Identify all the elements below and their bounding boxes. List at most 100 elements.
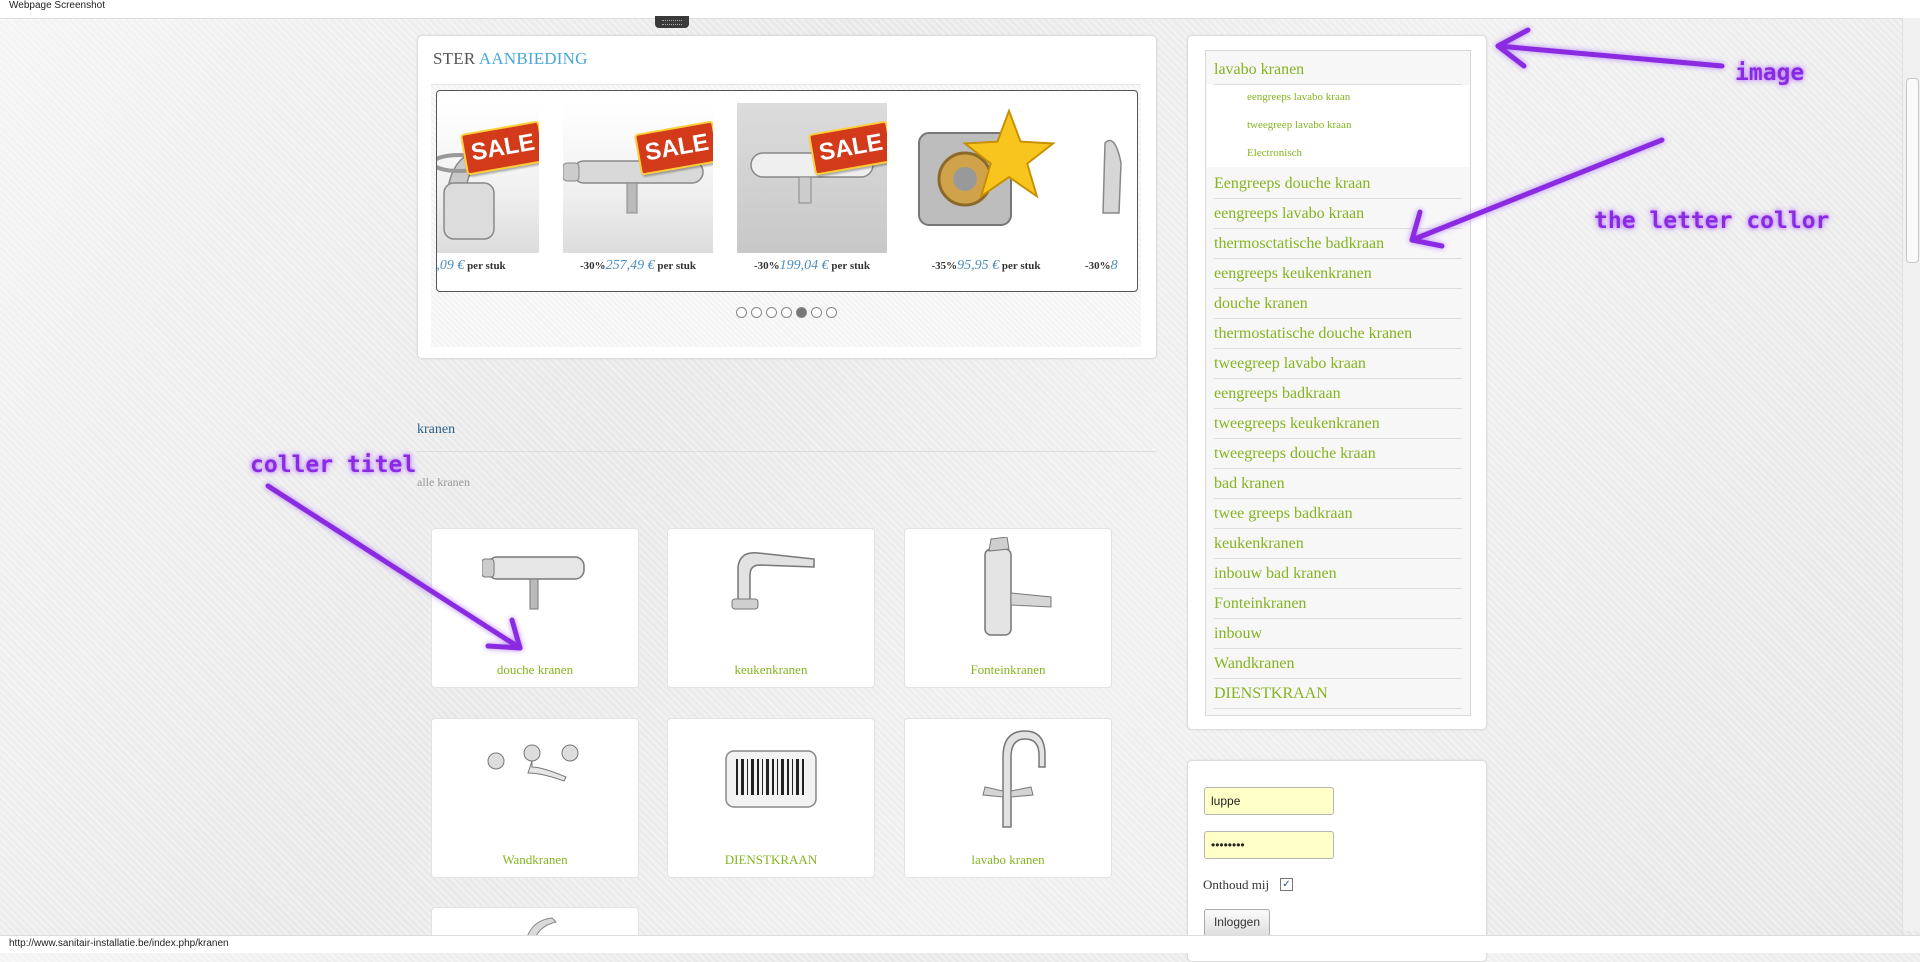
slide-discount: -35%: [931, 260, 958, 272]
product-image[interactable]: [1085, 103, 1137, 253]
annotation-letter-color: the letter collor: [1594, 208, 1830, 234]
login-panel: Onthoud mij ✓ Inloggen: [1187, 760, 1487, 962]
carousel-dot[interactable]: [765, 306, 777, 318]
star-badge-icon: [962, 108, 1056, 199]
product-image[interactable]: SALE: [563, 103, 713, 253]
menu-item[interactable]: thermostatische douche kranen: [1214, 319, 1462, 349]
category-divider: [417, 451, 1157, 452]
slide-unit: per stuk: [467, 260, 506, 272]
category-menu: lavabo kranen eengreeps lavabo kraan twe…: [1205, 50, 1471, 716]
shower-faucet-icon: [482, 556, 585, 610]
menu-item[interactable]: keukenkranen: [1214, 529, 1462, 559]
product-image[interactable]: SALE: [737, 103, 887, 253]
carousel-slide[interactable]: SALE 38,09 € per stuk: [437, 103, 539, 283]
slide-price: 257,49 €: [605, 258, 655, 273]
carousel-slide[interactable]: -30%8: [1075, 103, 1137, 283]
window-title: Webpage Screenshot: [9, 0, 105, 11]
slide-unit: per stuk: [1001, 260, 1041, 272]
menu-item[interactable]: inbouw: [1214, 619, 1462, 649]
product-card-lavabo-kranen[interactable]: lavabo kranen: [904, 718, 1112, 878]
carousel-dot[interactable]: [750, 306, 762, 318]
menu-item[interactable]: eengreeps badkraan: [1214, 379, 1462, 409]
carousel-slides: SALE 38,09 € per stuk: [437, 91, 1137, 291]
annotation-title-color: coller titel: [250, 452, 417, 478]
lavabo-faucet-icon: [982, 730, 1046, 828]
category-subtitle: alle kranen: [417, 475, 470, 489]
slide-price-row: -30%8: [1085, 258, 1137, 274]
carousel-slide[interactable]: SALE -30%257,49 € per stuk: [553, 103, 713, 283]
carousel-pagination: [431, 303, 1141, 321]
menu-item[interactable]: tweegreeps keukenkranen: [1214, 409, 1462, 439]
category-title[interactable]: kranen: [417, 422, 455, 438]
carousel-dot[interactable]: [810, 306, 822, 318]
product-label[interactable]: keukenkranen: [668, 662, 874, 678]
annotation-image: image: [1735, 60, 1805, 86]
product-label[interactable]: Wandkranen: [432, 852, 638, 868]
slide-discount: -30%: [1085, 260, 1111, 272]
status-url: http://www.sanitair-installatie.be/index…: [9, 938, 229, 949]
slide-price: 199,04 €: [779, 258, 829, 273]
submenu-item[interactable]: Electronisch: [1247, 147, 1302, 159]
top-menu-tab[interactable]: [655, 16, 689, 28]
slide-price: 38,09 €: [436, 258, 465, 273]
slide-price: 8: [1110, 258, 1118, 273]
remember-me-checkbox[interactable]: ✓: [1280, 878, 1293, 891]
menu-item[interactable]: Fonteinkranen: [1214, 589, 1462, 619]
product-image[interactable]: [911, 103, 1061, 253]
carousel-title: STER AANBIEDING: [433, 49, 588, 69]
menu-item[interactable]: tweegreeps douche kraan: [1214, 439, 1462, 469]
product-card-dienstkraan[interactable]: DIENSTKRAAN: [667, 718, 875, 878]
page-scrollbar[interactable]: [1902, 18, 1920, 931]
slide-price-row: -30%199,04 € per stuk: [727, 258, 897, 274]
slide-price-row: 38,09 € per stuk: [436, 258, 549, 274]
menu-item[interactable]: tweegreep lavabo kraan: [1214, 349, 1462, 379]
slide-unit: per stuk: [657, 260, 697, 272]
menu-item[interactable]: lavabo kranen: [1214, 55, 1462, 85]
submenu: eengreeps lavabo kraan tweegreep lavabo …: [1207, 85, 1469, 167]
menu-item[interactable]: douche kranen: [1214, 289, 1462, 319]
carousel-frame: SALE 38,09 € per stuk: [436, 90, 1138, 292]
carousel-dot[interactable]: [825, 306, 837, 318]
remember-me-label: Onthoud mij: [1203, 877, 1270, 892]
username-field[interactable]: [1204, 787, 1334, 815]
menu-item[interactable]: eengreeps lavabo kraan: [1214, 199, 1462, 229]
menu-item[interactable]: Eengreeps douche kraan: [1214, 169, 1462, 199]
product-label[interactable]: DIENSTKRAAN: [668, 852, 874, 868]
product-card-wandkranen[interactable]: Wandkranen: [431, 718, 639, 878]
wall-faucet-icon: [487, 744, 579, 782]
carousel-title-part1: STER: [433, 49, 476, 68]
carousel-slide[interactable]: -35%95,95 € per stuk: [901, 103, 1061, 283]
login-button[interactable]: Inloggen: [1204, 909, 1270, 937]
menu-item[interactable]: eengreeps keukenkranen: [1214, 259, 1462, 289]
menu-item[interactable]: thermosctatische badkraan: [1214, 229, 1462, 259]
carousel-dot[interactable]: [735, 306, 747, 318]
slide-discount: -30%: [579, 260, 606, 272]
scrollbar-thumb[interactable]: [1906, 78, 1919, 263]
menu-item[interactable]: bad kranen: [1214, 469, 1462, 499]
product-label[interactable]: douche kranen: [432, 662, 638, 678]
carousel-slide[interactable]: SALE -30%199,04 € per stuk: [727, 103, 887, 283]
category-menu-panel: lavabo kranen eengreeps lavabo kraan twe…: [1187, 35, 1487, 730]
product-image[interactable]: SALE: [437, 103, 539, 253]
arrow-to-image: [1495, 43, 1725, 69]
submenu-item[interactable]: tweegreep lavabo kraan: [1247, 119, 1351, 131]
product-label[interactable]: Fonteinkranen: [905, 662, 1111, 678]
carousel-dot-active[interactable]: [795, 306, 807, 318]
status-bar: http://www.sanitair-installatie.be/index…: [0, 935, 1920, 953]
slide-price: 95,95 €: [957, 258, 1000, 273]
product-card-douche-kranen[interactable]: douche kranen: [431, 528, 639, 688]
product-card-fonteinkranen[interactable]: Fonteinkranen: [904, 528, 1112, 688]
menu-item[interactable]: DIENSTKRAAN: [1214, 679, 1462, 709]
product-label[interactable]: lavabo kranen: [905, 852, 1111, 868]
product-card-keukenkranen[interactable]: keukenkranen: [667, 528, 875, 688]
submenu-item[interactable]: eengreeps lavabo kraan: [1247, 91, 1350, 103]
menu-item[interactable]: Wandkranen: [1214, 649, 1462, 679]
password-field[interactable]: [1204, 831, 1334, 859]
slide-discount: -30%: [753, 260, 780, 272]
menu-item[interactable]: inbouw bad kranen: [1214, 559, 1462, 589]
menu-item[interactable]: twee greeps badkraan: [1214, 499, 1462, 529]
carousel-dot[interactable]: [780, 306, 792, 318]
basin-faucet-icon: [984, 537, 1052, 636]
window-titlebar: Webpage Screenshot: [0, 0, 1920, 19]
carousel-title-part2: AANBIEDING: [478, 49, 588, 68]
